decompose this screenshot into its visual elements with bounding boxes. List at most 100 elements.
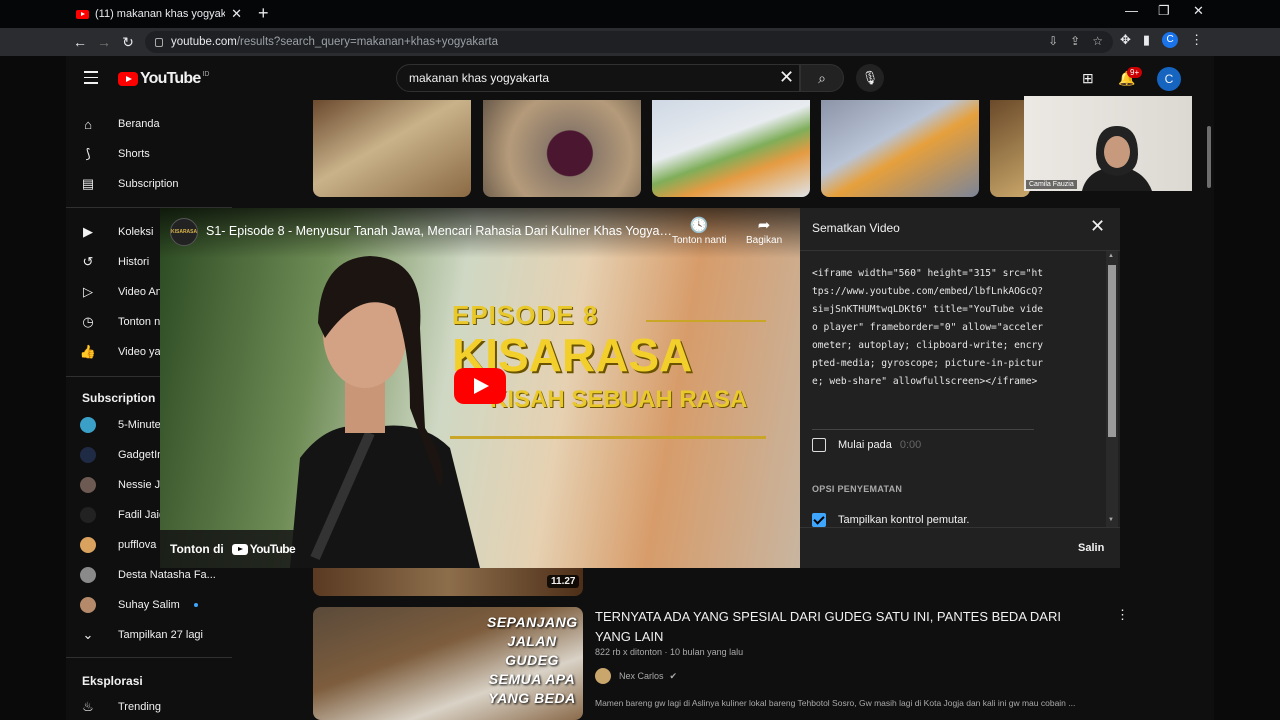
start-at-checkbox[interactable] <box>812 438 826 452</box>
subscriptions-icon: ▤ <box>81 176 95 191</box>
browser-tabstrip: (11) makanan khas yogyakarta ✕ + — ❐ ✕ <box>0 0 1280 28</box>
start-time-input[interactable]: 0:00 <box>900 439 921 451</box>
video-thumbnail[interactable]: SEPANJANG JALAN GUDEG SEMUA APA YANG BED… <box>313 607 583 720</box>
share-button[interactable]: ➦ Bagikan <box>746 216 782 246</box>
sidebar-item-shorts[interactable]: ⟆ Shorts <box>80 139 230 169</box>
page-scrollbar[interactable] <box>1207 126 1211 188</box>
account-avatar[interactable]: C <box>1157 67 1181 91</box>
search-input[interactable]: makanan khas yogyakarta <box>396 64 800 92</box>
menu-icon[interactable] <box>84 71 98 88</box>
microphone-icon: 🎙 <box>861 70 879 85</box>
liked-icon: 👍 <box>80 344 97 359</box>
new-tab-icon[interactable]: + <box>258 3 269 24</box>
share-label: Bagikan <box>746 235 783 246</box>
sidebar-item-label: Histori <box>118 256 150 268</box>
profile-avatar[interactable]: C <box>1162 32 1179 48</box>
channel-avatar <box>595 668 611 684</box>
maximize-icon[interactable]: ❐ <box>1158 3 1170 19</box>
channel-avatar <box>80 597 96 613</box>
create-video-icon[interactable]: ⊞ <box>1082 70 1094 87</box>
embed-dialog-panel: Sematkan Video ✕ <iframe width="560" hei… <box>800 208 1120 568</box>
browser-tab[interactable]: (11) makanan khas yogyakarta ✕ <box>66 0 252 28</box>
subscription-item[interactable]: Suhay Salim <box>80 590 230 620</box>
dialog-title: Sematkan Video <box>812 221 900 235</box>
forward-icon[interactable]: → <box>92 34 116 50</box>
divider <box>812 429 1034 430</box>
thumbnail-rule <box>450 436 766 439</box>
sidebar-item-trending[interactable]: ♨ Trending <box>80 692 230 720</box>
video-thumbnail[interactable] <box>313 100 471 197</box>
home-icon: ⌂ <box>84 116 92 132</box>
scroll-up-icon[interactable]: ▲ <box>1108 253 1114 259</box>
show-controls-option[interactable]: Tampilkan kontrol pemutar. <box>812 513 969 527</box>
sidebar-item-subscription[interactable]: ▤ Subscription <box>80 169 230 199</box>
video-thumbnail[interactable] <box>483 100 641 197</box>
bookmark-star-icon[interactable]: ☆ <box>1092 34 1103 48</box>
voice-search-button[interactable]: 🎙 <box>856 64 884 92</box>
video-thumbnail[interactable] <box>652 100 810 197</box>
video-description: Mamen bareng gw lagi di Aslinya kuliner … <box>595 698 1076 708</box>
shorts-icon: ⟆ <box>85 146 91 161</box>
thumbnail-episode-text: EPISODE 8 <box>452 300 599 330</box>
embed-preview-player[interactable]: EPISODE 8 KISARASA KISAH SEBUAH RASA KIS… <box>160 208 800 568</box>
embed-code-textarea[interactable]: <iframe width="560" height="315" src="ht… <box>812 265 1044 391</box>
history-icon: ↺ <box>82 254 94 269</box>
side-panel-icon[interactable]: ▮ <box>1143 32 1150 48</box>
channel-avatar <box>80 477 96 493</box>
new-content-dot <box>193 603 198 607</box>
youtube-logo[interactable]: YouTube ID <box>118 70 209 88</box>
watch-on-youtube-button[interactable]: Tonton di YouTube <box>160 530 306 568</box>
chrome-menu-icon[interactable]: ⋮ <box>1190 32 1203 48</box>
clear-search-icon[interactable]: ✕ <box>779 67 794 88</box>
channel-avatar <box>80 417 96 433</box>
webcam-overlay: Camila Fauzia <box>1024 96 1192 191</box>
play-button[interactable] <box>454 368 506 404</box>
reload-icon[interactable]: ↻ <box>116 34 140 51</box>
share-page-icon[interactable]: ⇪ <box>1070 34 1080 48</box>
sidebar-item-beranda[interactable]: ⌂ Beranda <box>80 109 230 139</box>
show-controls-checkbox[interactable] <box>812 513 826 527</box>
embed-options-scroll[interactable]: <iframe width="560" height="315" src="ht… <box>800 251 1120 527</box>
channel-avatar <box>80 447 96 463</box>
youtube-play-icon <box>118 72 138 86</box>
extensions-puzzle-icon[interactable]: ✥ <box>1120 32 1131 48</box>
channel-link[interactable]: Nex Carlos ✔ <box>595 668 677 684</box>
video-title[interactable]: TERNYATA ADA YANG SPESIAL DARI GUDEG SAT… <box>595 607 1095 647</box>
back-icon[interactable]: ← <box>68 34 92 50</box>
watch-on-label: Tonton di <box>170 542 224 556</box>
trending-icon: ♨ <box>82 699 94 714</box>
channel-avatar <box>80 567 96 583</box>
watch-later-button[interactable]: 🕓 Tonton nanti <box>672 216 727 246</box>
show-controls-label: Tampilkan kontrol pemutar. <box>838 514 970 526</box>
sidebar-divider <box>66 657 232 658</box>
video-thumbnail[interactable] <box>821 100 979 197</box>
scroll-down-icon[interactable]: ▼ <box>1108 517 1114 523</box>
notification-count-badge: 9+ <box>1127 67 1143 78</box>
lock-icon <box>155 37 163 47</box>
show-more-button[interactable]: ⌄ Tampilkan 27 lagi <box>80 620 230 650</box>
address-bar[interactable]: youtube.com /results?search_query=makana… <box>145 31 1113 53</box>
divider <box>800 527 1120 528</box>
window-close-icon[interactable]: ✕ <box>1193 3 1204 19</box>
more-actions-icon[interactable]: ⋮ <box>1116 607 1129 623</box>
tab-close-icon[interactable]: ✕ <box>231 6 242 22</box>
search-button[interactable]: ⌕ <box>800 64 844 92</box>
channel-avatar[interactable]: KISARASA <box>170 218 198 246</box>
embed-options-heading: OPSI PENYEMATAN <box>812 484 903 494</box>
channel-name: Suhay Salim <box>118 599 180 611</box>
library-icon: ▶ <box>83 224 93 239</box>
video-thumbnail[interactable] <box>313 568 583 596</box>
scrollbar-thumb[interactable] <box>1108 265 1116 437</box>
sidebar-item-label: Koleksi <box>118 226 154 238</box>
channel-name: pufflova <box>118 539 157 551</box>
scrollbar[interactable]: ▲ ▼ <box>1106 251 1118 527</box>
close-icon[interactable]: ✕ <box>1090 216 1105 237</box>
duration-badge: 11.27 <box>547 575 580 588</box>
url-path: /results?search_query=makanan+khas+yogya… <box>236 36 499 48</box>
minimize-icon[interactable]: — <box>1125 3 1138 18</box>
install-icon[interactable]: ⇩ <box>1048 34 1058 48</box>
copy-button[interactable]: Salin <box>1078 542 1104 554</box>
player-video-title[interactable]: S1- Episode 8 - Menyusur Tanah Jawa, Men… <box>206 224 672 238</box>
start-at-option[interactable]: Mulai pada 0:00 <box>812 438 921 452</box>
logo-wordmark: YouTube <box>140 70 201 87</box>
